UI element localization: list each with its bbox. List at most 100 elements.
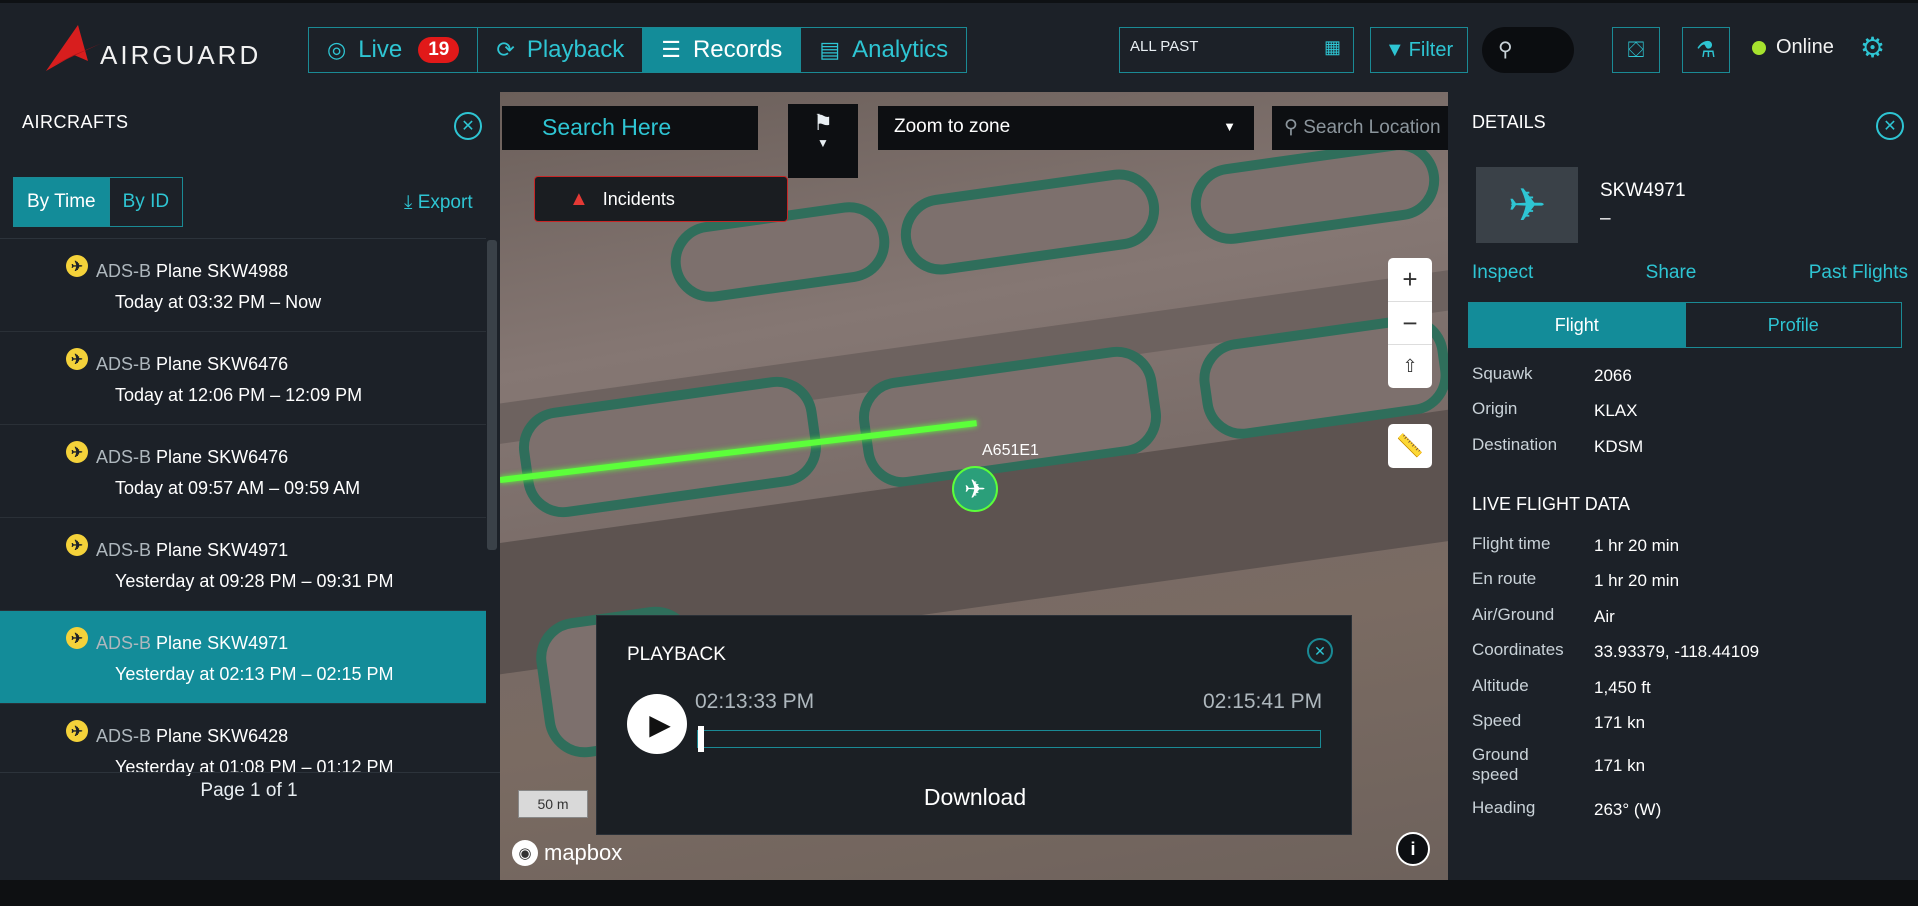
list-item[interactable]: ✈ ADS-B Plane SKW6428 Yesterday at 01:08… — [0, 704, 486, 776]
details-panel: DETAILS ✕ ✈ SKW4971 – Inspect Share Past… — [1448, 92, 1918, 880]
aircraft-thumbnail-icon: ✈ — [1476, 167, 1578, 243]
zoom-to-zone-select[interactable]: Zoom to zone ▼ — [878, 106, 1254, 150]
map-grass-area — [895, 164, 1165, 280]
global-search-button[interactable]: ⚲ — [1482, 27, 1574, 73]
list-item[interactable]: ✈ ADS-B Plane SKW6476 Today at 12:06 PM … — [0, 332, 486, 425]
item-type: Plane — [156, 540, 203, 560]
aircrafts-panel: AIRCRAFTS ✕ By Time By ID ⤓ Export ✈ ADS… — [0, 92, 500, 880]
compass-icon[interactable]: ⇧ — [1388, 345, 1432, 388]
play-icon[interactable]: ▶ — [627, 694, 687, 754]
close-details-icon[interactable]: ✕ — [1876, 112, 1904, 140]
tab-playback[interactable]: ⟳ Playback — [478, 28, 644, 72]
analytics-icon: ▤ — [819, 37, 841, 62]
playback-panel: PLAYBACK ✕ ▶ 02:13:33 PM 02:15:41 PM Dow… — [596, 615, 1352, 835]
sort-by-time[interactable]: By Time — [14, 178, 109, 226]
tab-profile[interactable]: Profile — [1684, 303, 1902, 347]
zoom-controls: + − ⇧ — [1388, 258, 1432, 388]
calendar-icon: ▦ — [1323, 37, 1341, 57]
list-item[interactable]: ✈ ADS-B Plane SKW4988 Today at 03:32 PM … — [0, 239, 486, 332]
field-label: Squawk — [1472, 364, 1533, 383]
field-label: Speed — [1472, 711, 1522, 730]
item-time: Yesterday at 02:13 PM – 02:15 PM — [115, 664, 394, 684]
playback-scrubber[interactable] — [698, 726, 704, 752]
warning-icon: ▲ — [569, 187, 589, 210]
past-flights-link[interactable]: Past Flights — [1809, 262, 1908, 284]
export-label: Export — [417, 192, 473, 213]
share-link[interactable]: Share — [1646, 262, 1697, 284]
item-time: Today at 09:57 AM – 09:59 AM — [115, 478, 361, 498]
caret-down-icon: ▼ — [1223, 119, 1236, 134]
list-item[interactable]: ✈ ADS-B Plane SKW6476 Today at 09:57 AM … — [0, 425, 486, 518]
date-range-picker[interactable]: ALL PAST ▦ — [1119, 27, 1354, 73]
pagination-info: Page 1 of 1 — [200, 780, 298, 801]
item-source: ADS-B — [96, 726, 152, 746]
field-label: Coordinates — [1472, 640, 1564, 659]
field-value: 1 hr 20 min — [1594, 536, 1680, 555]
map-view[interactable]: A651E1 ✈ Search Here ⚑ ▼ Zoom to zone ▼ … — [500, 92, 1448, 880]
sensors-button[interactable]: ⚗ — [1682, 27, 1730, 73]
location-search-placeholder: Search Location — [1303, 117, 1441, 138]
incidents-label: Incidents — [602, 188, 675, 209]
field-label: En route — [1472, 569, 1537, 588]
item-callsign: SKW4988 — [207, 261, 289, 281]
field-label: Flight time — [1472, 534, 1551, 553]
item-source: ADS-B — [96, 354, 152, 374]
playback-timeline[interactable] — [697, 730, 1321, 748]
tab-live[interactable]: ◎ Live 19 — [309, 28, 479, 72]
zoom-in-icon[interactable]: + — [1388, 258, 1432, 302]
field-label: Ground speed — [1472, 745, 1529, 784]
download-button[interactable]: Download — [597, 784, 1353, 811]
zoom-out-icon[interactable]: − — [1388, 302, 1432, 346]
filter-button[interactable]: ▼ Filter — [1370, 27, 1468, 73]
tab-records[interactable]: ☰ Records — [643, 28, 802, 72]
location-search-input[interactable]: ⚲ Search Location — [1272, 106, 1448, 150]
aircraft-marker-icon[interactable]: ✈ — [952, 466, 998, 512]
measure-ruler-icon[interactable]: 📏 — [1388, 424, 1432, 468]
chevron-down-icon: ▼ — [817, 136, 829, 150]
details-subtitle: – — [1600, 208, 1611, 229]
field-label: Origin — [1472, 399, 1518, 418]
mapbox-attribution[interactable]: ◉ mapbox — [512, 840, 622, 866]
list-scrollbar[interactable] — [487, 240, 497, 550]
divider — [0, 772, 500, 773]
list-item-selected[interactable]: ✈ ADS-B Plane SKW4971 Yesterday at 02:13… — [0, 611, 486, 704]
online-dot-icon — [1752, 40, 1766, 55]
sort-toggle: By Time By ID — [13, 177, 184, 227]
aircraft-list: ✈ ADS-B Plane SKW4988 Today at 03:32 PM … — [0, 238, 486, 776]
search-icon: ⚲ — [1284, 117, 1298, 138]
map-search-input[interactable]: Search Here — [502, 106, 758, 150]
close-playback-icon[interactable]: ✕ — [1307, 638, 1333, 664]
item-type: Plane — [156, 726, 203, 746]
item-time: Yesterday at 09:28 PM – 09:31 PM — [115, 571, 394, 591]
plane-pin-icon: ✈ — [66, 720, 88, 742]
airguard-logo[interactable]: AIRGUARD — [44, 21, 258, 77]
plane-pin-icon: ✈ — [66, 441, 88, 463]
map-scale: 50 m — [518, 790, 588, 818]
field-label: Destination — [1472, 435, 1558, 454]
incidents-button[interactable]: ▲ Incidents — [534, 176, 788, 222]
item-source: ADS-B — [96, 447, 152, 467]
device-button[interactable]: ⛋ — [1612, 27, 1660, 73]
item-type: Plane — [156, 261, 203, 281]
playback-end-time: 02:15:41 PM — [1203, 690, 1323, 713]
tab-flight[interactable]: Flight — [1469, 303, 1685, 347]
tab-analytics[interactable]: ▤ Analytics — [801, 28, 966, 72]
main-nav: ◎ Live 19 ⟳ Playback ☰ Records ▤ Analyti… — [308, 27, 968, 73]
field-value: KLAX — [1594, 401, 1638, 420]
close-aircrafts-icon[interactable]: ✕ — [454, 112, 482, 140]
list-item[interactable]: ✈ ADS-B Plane SKW4971 Yesterday at 09:28… — [0, 518, 486, 611]
playback-start-time: 02:13:33 PM — [695, 690, 815, 713]
filter-label: Filter — [1408, 38, 1454, 61]
bottom-bar — [0, 880, 1918, 906]
zone-flag-dropdown[interactable]: ⚑ ▼ — [788, 104, 858, 178]
flag-icon: ⚑ — [813, 110, 833, 135]
settings-gear-icon[interactable]: ⚙ — [1860, 31, 1885, 64]
export-button[interactable]: ⤓ Export — [404, 192, 473, 214]
details-callsign: SKW4971 — [1600, 180, 1686, 201]
info-icon[interactable]: i — [1396, 832, 1430, 866]
tab-playback-label: Playback — [526, 36, 625, 63]
item-type: Plane — [156, 633, 203, 653]
inspect-link[interactable]: Inspect — [1472, 262, 1533, 284]
sort-by-id[interactable]: By ID — [108, 178, 182, 226]
aircrafts-title: AIRCRAFTS — [22, 112, 129, 132]
